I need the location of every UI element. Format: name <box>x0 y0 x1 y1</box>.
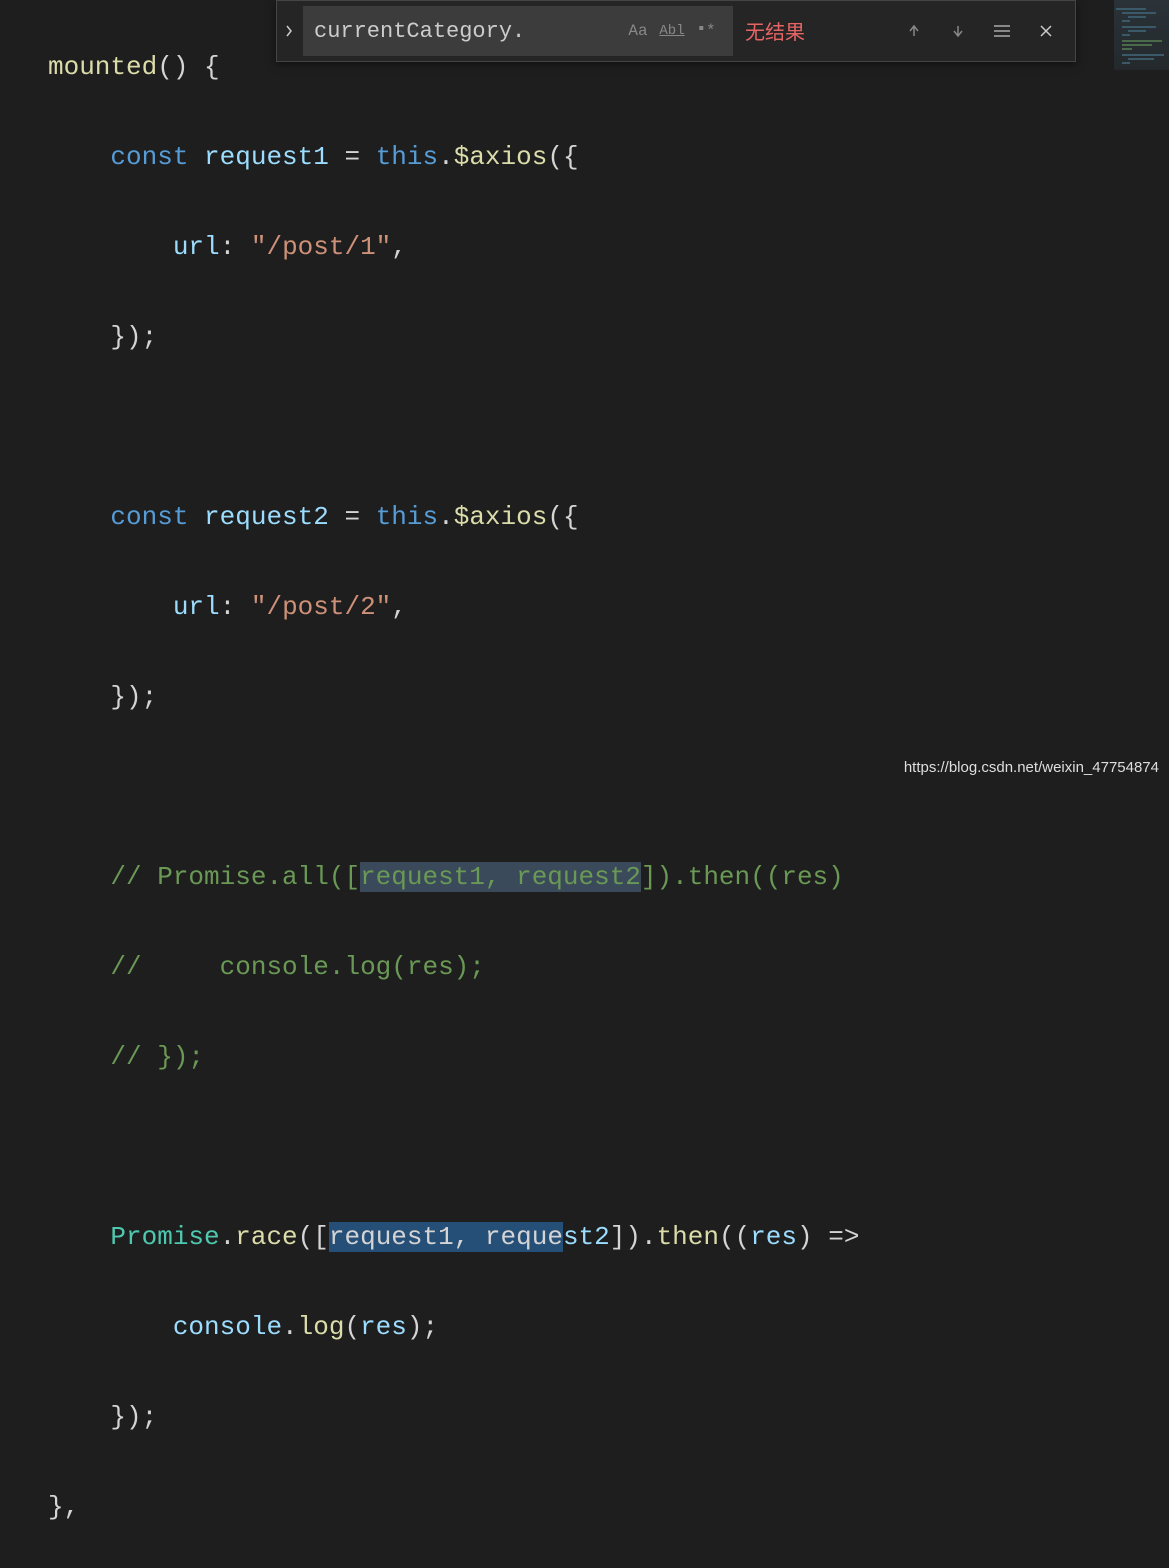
regex-toggle[interactable]: ▪* <box>691 18 721 44</box>
find-options: Aa Abl ▪* <box>623 18 721 44</box>
code-line <box>48 1125 1100 1170</box>
close-icon[interactable] <box>1033 18 1059 44</box>
code-line: const request1 = this.$axios({ <box>48 135 1100 180</box>
toggle-replace-icon[interactable] <box>277 1 301 61</box>
code-line: Promise.race([request1, request2]).then(… <box>48 1215 1100 1260</box>
code-line <box>48 405 1100 450</box>
code-editor[interactable]: Aa Abl ▪* 无结果 mounted() { const request1… <box>0 0 1169 784</box>
code-line: }, <box>48 1485 1100 1530</box>
code-line: // Promise.all([request1, request2]).the… <box>48 855 1100 900</box>
case-sensitive-toggle[interactable]: Aa <box>623 18 653 44</box>
code-content[interactable]: mounted() { const request1 = this.$axios… <box>0 0 1100 784</box>
code-line: url: "/post/2", <box>48 585 1100 630</box>
find-actions <box>901 18 1059 44</box>
code-line: console.log(res); <box>48 1305 1100 1350</box>
code-line: url: "/post/1", <box>48 225 1100 270</box>
watermark-text: https://blog.csdn.net/weixin_47754874 <box>904 759 1159 776</box>
code-line: }); <box>48 315 1100 360</box>
code-line: // }); <box>48 1035 1100 1080</box>
next-match-icon[interactable] <box>945 18 971 44</box>
code-line: const request2 = this.$axios({ <box>48 495 1100 540</box>
find-widget: Aa Abl ▪* 无结果 <box>276 0 1076 62</box>
find-in-selection-icon[interactable] <box>989 18 1015 44</box>
whole-word-toggle[interactable]: Abl <box>657 18 687 44</box>
code-line: }); <box>48 675 1100 720</box>
minimap[interactable] <box>1104 0 1169 784</box>
code-line: // console.log(res); <box>48 945 1100 990</box>
find-result-text: 无结果 <box>745 16 805 46</box>
code-line: }); <box>48 1395 1100 1440</box>
prev-match-icon[interactable] <box>901 18 927 44</box>
